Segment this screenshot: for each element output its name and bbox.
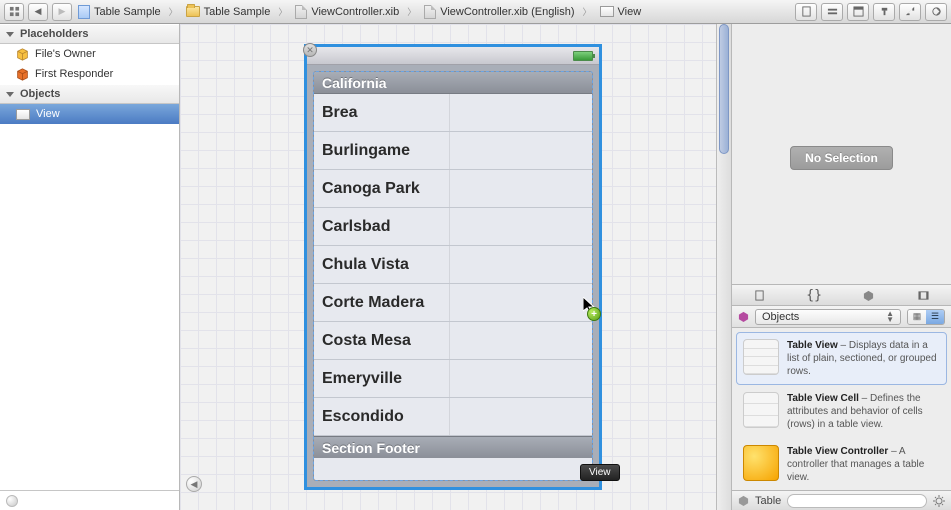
media-library-tab[interactable]	[912, 287, 936, 303]
gear-icon[interactable]	[933, 495, 945, 507]
drag-add-badge-icon: +	[587, 307, 601, 321]
table-row[interactable]: Escondido	[314, 398, 592, 436]
view-icon	[600, 6, 614, 17]
table-section-header: California	[314, 72, 592, 94]
device-view-frame[interactable]: ✕ California Brea Burlingame Canoga Park…	[304, 44, 602, 490]
crumb-view[interactable]: View	[598, 6, 644, 18]
table-cells: Brea Burlingame Canoga Park Carlsbad Chu…	[314, 94, 592, 436]
object-library-tab[interactable]	[857, 287, 881, 303]
crumb-file[interactable]: ViewController.xib	[293, 5, 401, 19]
attributes-inspector-tab[interactable]	[873, 3, 895, 21]
item-label: File's Owner	[35, 48, 96, 60]
connections-inspector-tab[interactable]	[925, 3, 947, 21]
code-snippet-library-tab[interactable]: {}	[802, 287, 826, 303]
library-search-bar: Table	[732, 490, 951, 510]
table-row[interactable]: Costa Mesa	[314, 322, 592, 360]
popup-arrows-icon: ▲▼	[886, 311, 894, 323]
ib-canvas[interactable]: ◀ ✕ California Brea Burlingame Canoga Pa…	[180, 24, 731, 510]
crumb-sep-icon: 〉	[405, 5, 418, 18]
library-item-table-view-cell[interactable]: Table View Cell – Defines the attributes…	[736, 385, 947, 438]
battery-icon	[573, 51, 593, 61]
quick-help-tab[interactable]	[821, 3, 843, 21]
scroll-thumb[interactable]	[719, 24, 729, 154]
path-toolbar: ◀ ▶ Table Sample 〉 Table Sample 〉 ViewCo…	[0, 0, 951, 24]
outline-view-item[interactable]: View	[0, 104, 179, 124]
size-inspector-tab[interactable]	[899, 3, 921, 21]
outline-first-responder[interactable]: First Responder	[0, 64, 179, 84]
crumb-group[interactable]: Table Sample	[184, 6, 273, 18]
library-item-text: Table View – Displays data in a list of …	[787, 339, 940, 378]
inspector-tabs	[791, 3, 947, 21]
crumb-sep-icon: 〉	[276, 5, 289, 18]
item-label: First Responder	[35, 68, 113, 80]
status-bar	[307, 47, 599, 65]
device-close-button[interactable]: ✕	[303, 43, 317, 57]
outline-files-owner[interactable]: File's Owner	[0, 44, 179, 64]
item-label: View	[36, 108, 60, 120]
library-item-text: Table View Controller – A controller tha…	[787, 445, 940, 484]
outline-filter-button[interactable]	[6, 495, 18, 507]
library-tabbar: {}	[732, 284, 951, 306]
library-item-table-view[interactable]: Table View – Displays data in a list of …	[736, 332, 947, 385]
crumb-project[interactable]: Table Sample	[76, 5, 163, 19]
table-row[interactable]: Carlsbad	[314, 208, 592, 246]
table-row[interactable]: Emeryville	[314, 360, 592, 398]
file-inspector-tab[interactable]	[795, 3, 817, 21]
table-cell-thumb-icon	[743, 392, 779, 428]
section-label: Placeholders	[20, 28, 88, 40]
cube-icon	[16, 48, 29, 61]
crumb-sep-icon: 〉	[167, 5, 180, 18]
table-row[interactable]: Chula Vista	[314, 246, 592, 284]
table-row[interactable]: Canoga Park	[314, 170, 592, 208]
library-search-label: Table	[755, 495, 781, 507]
folder-icon	[186, 6, 200, 17]
library-item-table-view-controller[interactable]: Table View Controller – A controller tha…	[736, 438, 947, 490]
crumb-localization[interactable]: ViewController.xib (English)	[422, 5, 576, 19]
cube-icon	[16, 68, 29, 81]
identity-inspector-tab[interactable]	[847, 3, 869, 21]
related-items-button[interactable]	[4, 3, 24, 21]
table-row[interactable]: Burlingame	[314, 132, 592, 170]
table-row[interactable]: Corte Madera	[314, 284, 592, 322]
table-row[interactable]: Brea	[314, 94, 592, 132]
table-view-thumb-icon	[743, 339, 779, 375]
library-view-mode-segment[interactable]: ▦ ☰	[907, 309, 945, 325]
disclosure-triangle-icon	[6, 32, 14, 37]
table-view[interactable]: California Brea Burlingame Canoga Park C…	[313, 71, 593, 481]
library-scope-popup[interactable]: Objects ▲▼	[755, 309, 901, 325]
section-label: Objects	[20, 88, 60, 100]
no-selection-badge: No Selection	[790, 146, 893, 170]
library-search-field[interactable]	[787, 494, 927, 508]
outline-bottom-bar	[0, 490, 179, 510]
view-icon	[16, 109, 30, 120]
outline-placeholders-header[interactable]: Placeholders	[0, 24, 179, 44]
library-item-text: Table View Cell – Defines the attributes…	[787, 392, 940, 431]
outline-collapse-button[interactable]: ◀	[186, 476, 202, 492]
grid-view-option[interactable]: ▦	[908, 310, 926, 324]
list-view-option[interactable]: ☰	[926, 310, 944, 324]
cube-icon	[738, 311, 749, 322]
breadcrumb: Table Sample 〉 Table Sample 〉 ViewContro…	[76, 5, 791, 19]
file-template-library-tab[interactable]	[747, 287, 771, 303]
document-outline: Placeholders File's Owner First Responde…	[0, 24, 180, 510]
utilities-panel: No Selection {} Objects ▲▼ ▦ ☰ Table Vie…	[731, 24, 951, 510]
disclosure-triangle-icon	[6, 92, 14, 97]
object-library-list[interactable]: Table View – Displays data in a list of …	[732, 328, 951, 490]
back-button[interactable]: ◀	[28, 3, 48, 21]
controller-thumb-icon	[743, 445, 779, 481]
cube-icon	[738, 495, 749, 506]
outline-objects-header[interactable]: Objects	[0, 84, 179, 104]
crumb-sep-icon: 〉	[581, 5, 594, 18]
xib-doc-icon	[424, 5, 436, 19]
xib-doc-icon	[295, 5, 307, 19]
table-section-footer: Section Footer	[314, 436, 592, 458]
selection-label: View	[580, 464, 620, 481]
forward-button[interactable]: ▶	[52, 3, 72, 21]
project-doc-icon	[78, 5, 90, 19]
library-filter-bar: Objects ▲▼ ▦ ☰	[732, 306, 951, 328]
canvas-scrollbar[interactable]	[716, 24, 731, 510]
